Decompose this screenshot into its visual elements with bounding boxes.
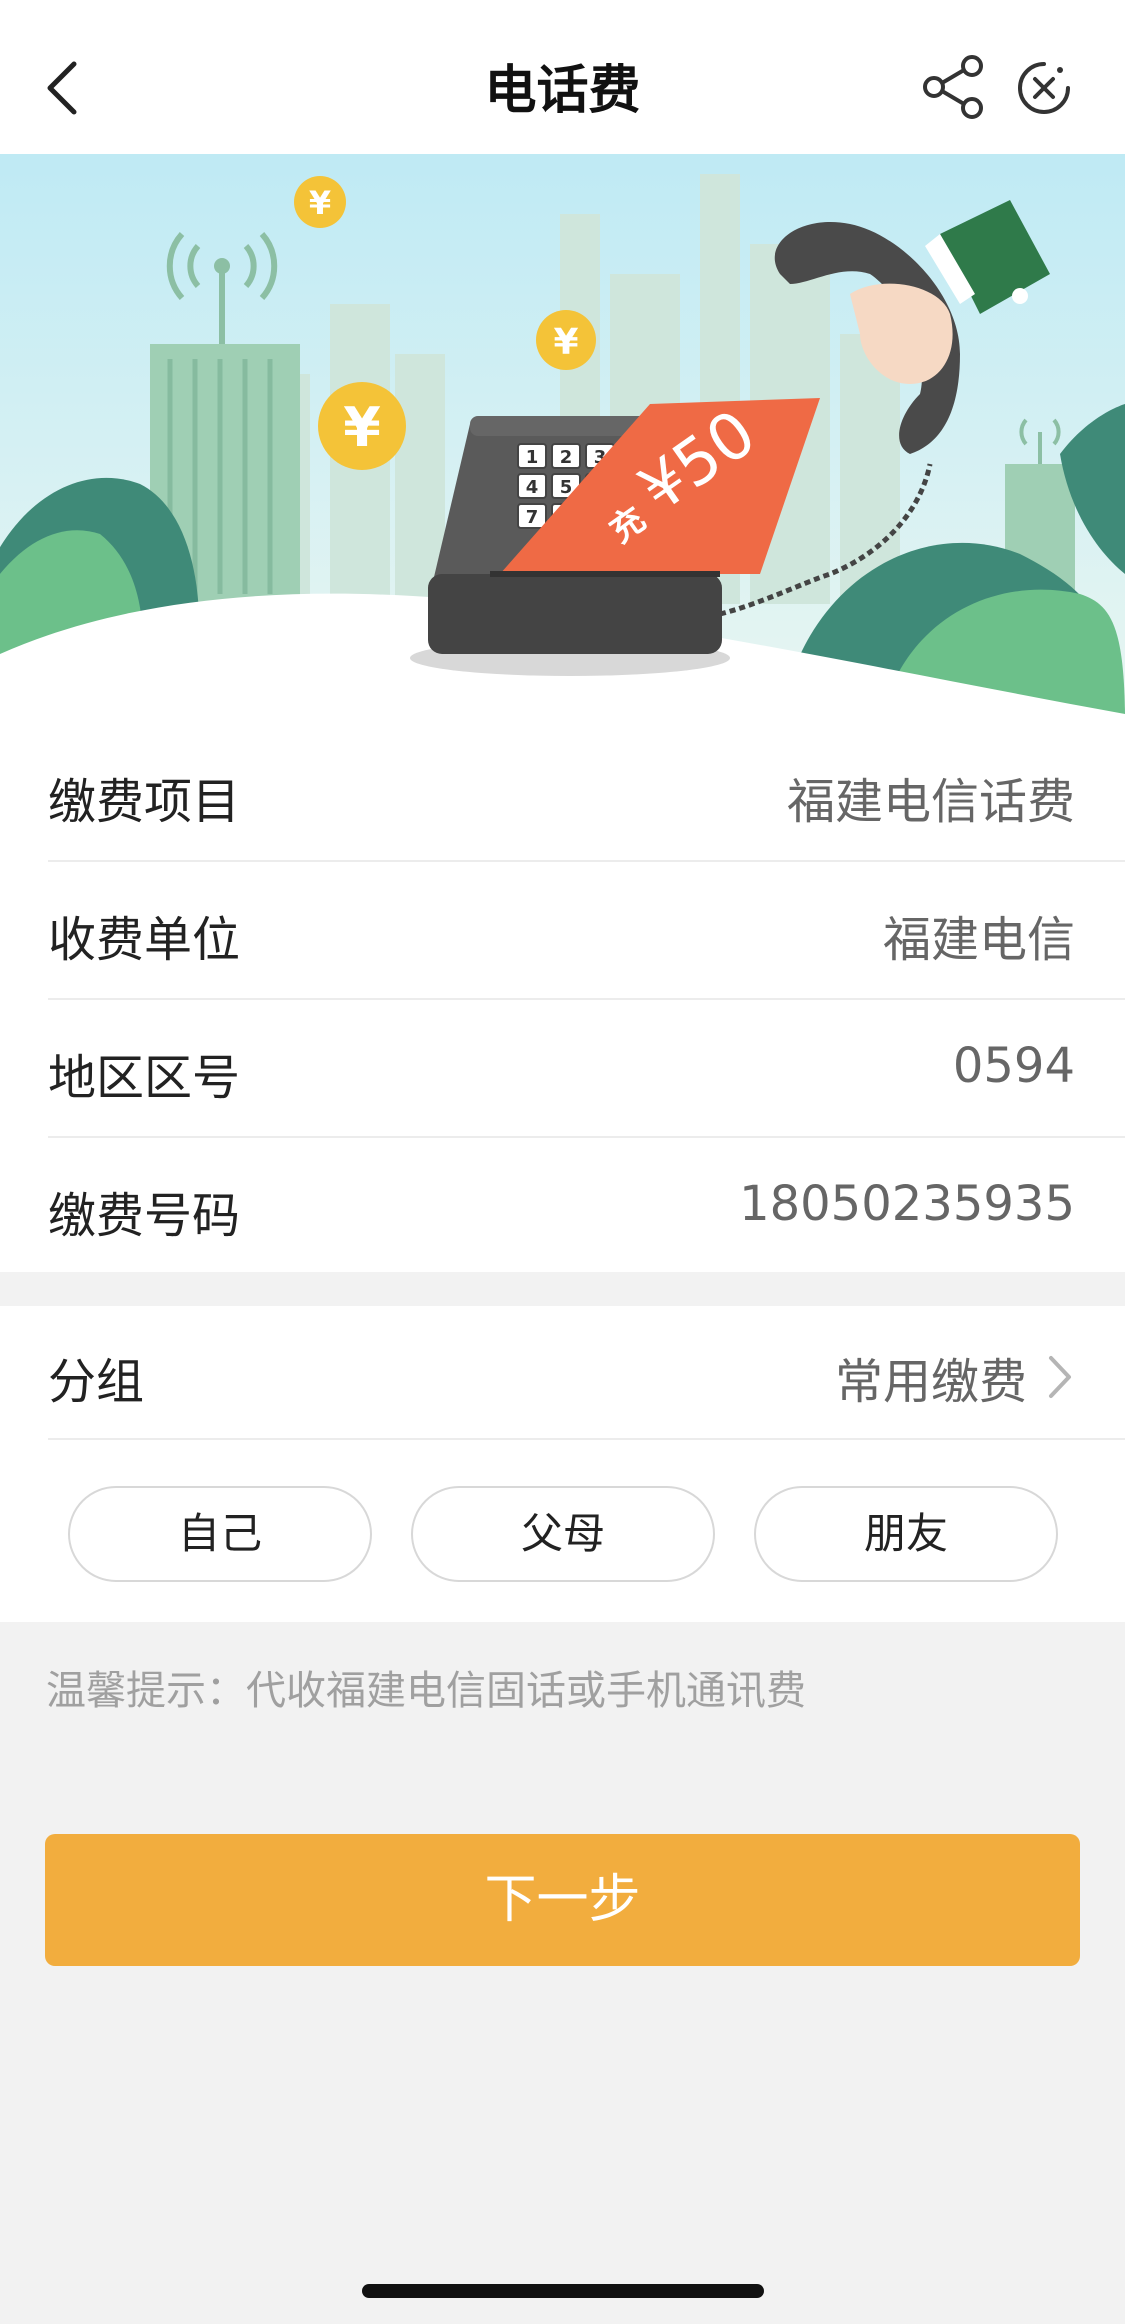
next-button[interactable]: 下一步 xyxy=(45,1834,1080,1966)
close-circle-icon xyxy=(1018,62,1070,114)
svg-text:7: 7 xyxy=(526,507,539,528)
svg-text:¥: ¥ xyxy=(553,322,578,363)
svg-text:4: 4 xyxy=(526,477,539,498)
share-icon xyxy=(923,55,983,119)
info-label: 缴费项目 xyxy=(48,774,241,830)
info-row-number: 缴费号码 18050235935 xyxy=(48,1138,1125,1276)
group-chip-parents[interactable]: 父母 xyxy=(411,1486,715,1582)
info-value: 福建电信话费 xyxy=(786,774,1075,830)
group-label: 分组 xyxy=(48,1354,145,1410)
group-selector[interactable]: 分组 常用缴费 xyxy=(48,1306,1125,1440)
close-button[interactable] xyxy=(1014,58,1074,118)
svg-text:1: 1 xyxy=(526,447,539,468)
info-value: 0594 xyxy=(952,1038,1075,1094)
info-row-payee: 收费单位 福建电信 xyxy=(48,862,1125,1000)
info-label: 收费单位 xyxy=(48,912,241,968)
info-label: 缴费号码 xyxy=(48,1188,241,1244)
info-row-item: 缴费项目 福建电信话费 xyxy=(48,724,1125,862)
home-indicator[interactable] xyxy=(362,2284,764,2298)
svg-text:2: 2 xyxy=(560,447,573,468)
share-button[interactable] xyxy=(920,52,990,122)
info-value: 18050235935 xyxy=(739,1176,1075,1232)
payment-info-card: 缴费项目 福建电信话费 收费单位 福建电信 地区区号 0594 缴费号码 180… xyxy=(0,724,1125,1272)
tip-text: 温馨提示：代收福建电信固话或手机通讯费 xyxy=(46,1668,806,1714)
info-label: 地区区号 xyxy=(48,1050,241,1106)
nav-bar: 电话费 xyxy=(0,0,1125,154)
chevron-right-icon xyxy=(1049,1356,1071,1398)
info-value: 福建电信 xyxy=(882,912,1075,968)
banner-illustration: ¥ ¥ ¥ 1 2 3 4 5 6 xyxy=(0,154,1125,724)
coin-icon: ¥ xyxy=(318,382,406,470)
coin-icon: ¥ xyxy=(536,310,596,370)
info-row-area-code: 地区区号 0594 xyxy=(48,1000,1125,1138)
coin-icon: ¥ xyxy=(294,176,346,228)
svg-text:¥: ¥ xyxy=(343,396,381,459)
group-value: 常用缴费 xyxy=(834,1354,1027,1410)
svg-text:¥: ¥ xyxy=(309,184,331,222)
group-chip-friends[interactable]: 朋友 xyxy=(754,1486,1058,1582)
group-card: 分组 常用缴费 自己 父母 朋友 xyxy=(0,1306,1125,1622)
group-chip-self[interactable]: 自己 xyxy=(68,1486,372,1582)
